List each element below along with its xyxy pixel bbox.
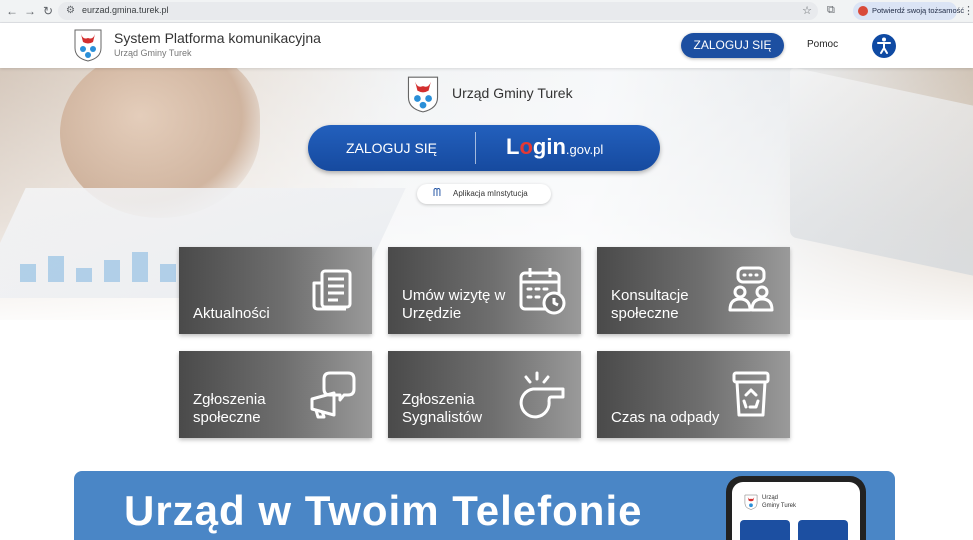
tile-umow-wizyte[interactable]: Umów wizytę w Urzędzie <box>388 247 581 334</box>
back-icon[interactable]: ← <box>4 3 20 19</box>
verify-logo-icon <box>858 6 868 16</box>
tile-label: Zgłoszenia społeczne <box>193 391 266 426</box>
help-link[interactable]: Pomoc <box>807 39 838 50</box>
accessibility-icon[interactable] <box>872 34 896 58</box>
banner-title: Urząd w Twoim Telefonie <box>124 487 643 534</box>
megaphone-icon <box>308 369 358 419</box>
consultation-icon <box>726 265 776 315</box>
center-coat-of-arms-icon <box>406 75 440 118</box>
browser-toolbar: ← → ↻ ⚙ eurzad.gmina.turek.pl ☆ ⧉ Potwie… <box>0 0 973 23</box>
phone-tile <box>740 520 790 540</box>
login-gov-logo: Login.gov.pl <box>506 134 604 159</box>
minstytucja-icon: ᗰ <box>433 187 441 199</box>
calendar-icon <box>517 265 567 315</box>
site-header: System Platforma komunikacyjna Urząd Gmi… <box>0 23 973 68</box>
address-bar[interactable]: ⚙ eurzad.gmina.turek.pl ☆ <box>58 2 818 20</box>
tile-zgloszenia-spoleczne[interactable]: Zgłoszenia społeczne <box>179 351 372 438</box>
tile-label: Zgłoszenia Sygnalistów <box>402 391 483 426</box>
platform-subtitle: Urząd Gminy Turek <box>114 48 192 58</box>
login-separator <box>475 132 476 164</box>
hero-laptop-image <box>790 68 973 280</box>
tile-zgloszenia-sygnalistow[interactable]: Zgłoszenia Sygnalistów <box>388 351 581 438</box>
platform-title: System Platforma komunikacyjna <box>114 30 321 46</box>
extensions-icon[interactable]: ⧉ <box>827 4 835 17</box>
verify-identity-label: Potwierdź swoją tożsamość <box>872 6 965 15</box>
verify-identity-button[interactable]: Potwierdź swoją tożsamość <box>853 2 964 20</box>
tile-czas-na-odpady[interactable]: Czas na odpady <box>597 351 790 438</box>
minstytucja-label: Aplikacja mInstytucja <box>453 189 528 198</box>
address-url[interactable]: eurzad.gmina.turek.pl <box>82 5 169 15</box>
minstytucja-app-button[interactable]: ᗰ Aplikacja mInstytucja <box>417 184 551 204</box>
tile-aktualnosci[interactable]: Aktualności <box>179 247 372 334</box>
tile-label: Umów wizytę w Urzędzie <box>402 287 506 322</box>
recycle-bin-icon <box>726 369 776 419</box>
login-gov-button[interactable]: ZALOGUJ SIĘ Login.gov.pl <box>308 125 660 171</box>
login-gov-label: ZALOGUJ SIĘ <box>345 140 438 156</box>
phone-screen: Urząd Gminy Turek <box>732 482 860 540</box>
header-login-button[interactable]: ZALOGUJ SIĘ <box>681 33 784 58</box>
bookmark-star-icon[interactable]: ☆ <box>802 4 812 17</box>
news-icon <box>308 265 358 315</box>
mobile-app-banner[interactable]: Urząd w Twoim Telefonie Urząd Gminy Ture… <box>74 471 895 540</box>
phone-tile <box>798 520 848 540</box>
reload-icon[interactable]: ↻ <box>40 3 56 19</box>
tile-konsultacje[interactable]: Konsultacje społeczne <box>597 247 790 334</box>
site-info-icon[interactable]: ⚙ <box>66 5 75 16</box>
browser-menu-icon[interactable]: ⋮ <box>963 4 973 17</box>
whistle-icon <box>517 369 567 419</box>
tile-label: Czas na odpady <box>611 409 720 426</box>
tile-label: Aktualności <box>193 305 270 322</box>
tile-label: Konsultacje społeczne <box>611 287 689 322</box>
phone-title-2: Gminy Turek <box>762 503 797 509</box>
phone-crest-icon <box>744 494 758 510</box>
forward-icon[interactable]: → <box>22 3 38 19</box>
phone-illustration: Urząd Gminy Turek <box>726 476 866 540</box>
phone-title-1: Urząd <box>762 495 779 501</box>
office-name: Urząd Gminy Turek <box>452 85 573 101</box>
coat-of-arms-icon[interactable] <box>73 28 103 62</box>
